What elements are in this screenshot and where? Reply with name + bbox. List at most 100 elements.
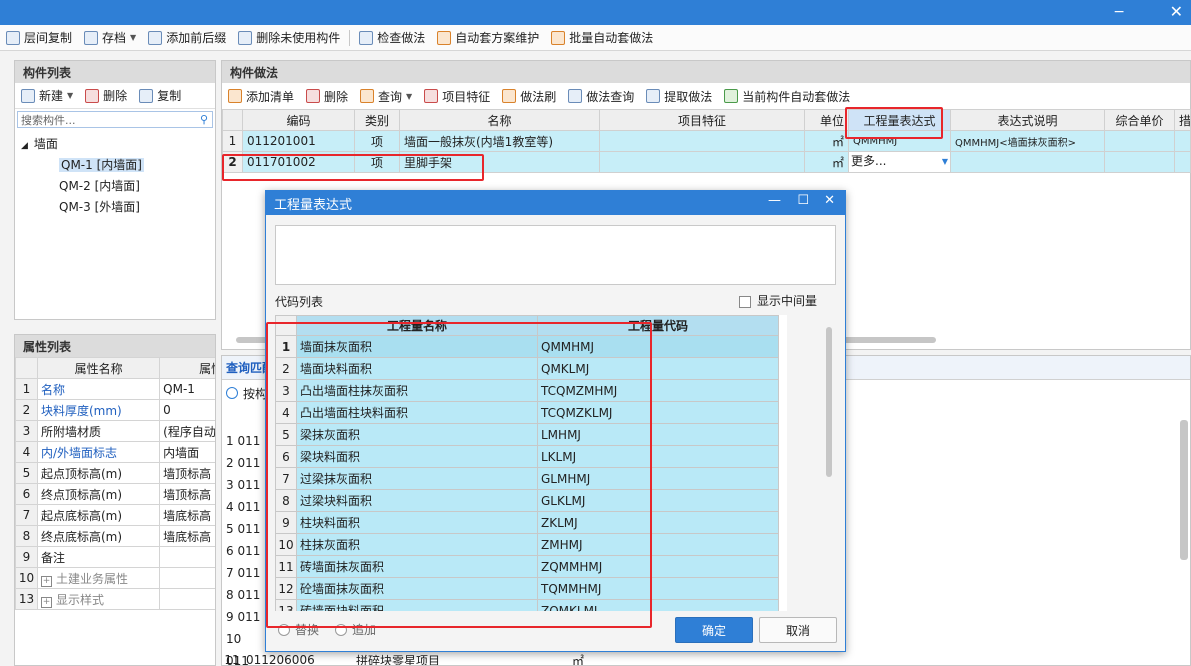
item-feature-button[interactable]: 项目特征	[418, 85, 496, 107]
table-row[interactable]: 2 块料厚度(mm) 0	[15, 399, 215, 421]
toolbar-divider	[349, 29, 351, 46]
auto-apply-button[interactable]: 当前构件自动套做法	[718, 85, 856, 107]
extract-icon	[646, 89, 661, 103]
floor-copy-button[interactable]: 层间复制	[0, 27, 78, 49]
checkbox-icon[interactable]	[739, 295, 751, 308]
column-header: 表达式说明	[950, 109, 1105, 131]
method-toolbar: 添加清单 删除 查询 ▼ 项目特征 做法刷 做法查询 提取做法 当前构件自动套做法	[222, 83, 1190, 109]
radio-icon[interactable]	[226, 387, 238, 399]
expand-plus-icon[interactable]: +	[41, 596, 52, 608]
list-item[interactable]: 5 011	[222, 518, 262, 540]
table-row[interactable]: 5 起点顶标高(m) 墙顶标高	[15, 462, 215, 484]
maximize-icon[interactable]: ☐	[797, 193, 809, 208]
component-list-title: 构件列表	[15, 61, 215, 83]
search-icon[interactable]: ⚲	[200, 113, 212, 126]
list-item[interactable]: 7 011	[222, 562, 262, 584]
query-button[interactable]: 查询 ▼	[354, 85, 418, 107]
expand-icon[interactable]: ◢	[21, 141, 28, 151]
add-affix-button[interactable]: 添加前后缀	[142, 27, 232, 49]
list-item[interactable]: 2 011	[222, 452, 262, 474]
component-method-title: 构件做法	[222, 61, 1190, 83]
list-item[interactable]: 3 011	[222, 474, 262, 496]
tree-node-root[interactable]: ◢ 墙面	[21, 134, 209, 155]
delete-button[interactable]: 删除	[79, 85, 133, 107]
column-header: 措	[1174, 109, 1191, 131]
table-row[interactable]: 1 011201001 项 墙面一般抹灰(内墙1教室等) ㎡ QMMHMJ QM…	[222, 130, 1191, 152]
minimize-icon[interactable]: −	[1113, 2, 1125, 22]
table-row[interactable]: 4 内/外墙面标志 内墙面	[15, 441, 215, 463]
auto-apply-icon	[724, 89, 739, 103]
highlight-code-list	[266, 322, 652, 628]
list-item[interactable]: 1 011	[222, 430, 262, 452]
check-icon	[359, 30, 374, 45]
table-row[interactable]: 13 + 显示样式	[15, 588, 215, 610]
table-row[interactable]: 11 011206006 拼碎块零星项目 ㎡	[222, 650, 622, 665]
delete-button[interactable]: 删除	[300, 85, 354, 107]
brush-icon	[502, 89, 517, 103]
table-row[interactable]: 9 备注	[15, 546, 215, 568]
close-icon[interactable]: ✕	[824, 193, 835, 208]
component-list-toolbar: 新建 ▼ 删除 复制	[15, 83, 215, 109]
search-input[interactable]: 搜索构件... ⚲	[17, 111, 213, 128]
show-intermediate-checkbox[interactable]: 显示中间量	[739, 292, 817, 309]
chevron-down-icon: ▼	[67, 91, 74, 100]
lower-row-list: 1 011 2 011 3 011 4 011 5 011 6 011 7 01…	[222, 430, 262, 665]
list-item[interactable]: 8 011	[222, 584, 262, 606]
chevron-down-icon[interactable]: ▼	[942, 153, 948, 172]
vertical-scrollbar[interactable]	[1180, 420, 1188, 560]
table-row[interactable]: 3所附墙材质(程序自动判断)	[15, 420, 215, 442]
method-brush-button[interactable]: 做法刷	[496, 85, 562, 107]
auto-scheme-button[interactable]: 自动套方案维护	[431, 27, 545, 49]
copy-icon	[139, 88, 154, 103]
tree-item[interactable]: QM-2 [内墙面]	[21, 176, 209, 197]
feature-icon	[424, 89, 439, 103]
column-header: 编码	[242, 109, 355, 131]
ok-button[interactable]: 确定	[675, 617, 753, 643]
table-row[interactable]: 8 终点底标高(m) 墙底标高	[15, 525, 215, 547]
table-row[interactable]: 6 终点顶标高(m) 墙顶标高	[15, 483, 215, 505]
delete-icon	[85, 88, 100, 103]
highlight-expression-header	[845, 107, 943, 139]
archive-button[interactable]: 存档 ▼	[78, 27, 142, 49]
copy-button[interactable]: 复制	[133, 85, 187, 107]
component-list-panel: 构件列表 新建 ▼ 删除 复制 搜索构件... ⚲ ◢ 墙面 QM-1 [内墙面] Q…	[14, 60, 216, 320]
column-header: 属性名称	[36, 357, 161, 379]
table-row[interactable]: 7 起点底标高(m) 墙底标高	[15, 504, 215, 526]
table-row[interactable]: 10 + 土建业务属性	[15, 567, 215, 589]
tree-item[interactable]: QM-1 [内墙面]	[21, 155, 209, 176]
dialog-title: 工程量表达式	[274, 197, 353, 213]
column-header: 综合单价	[1104, 109, 1175, 131]
expand-plus-icon[interactable]: +	[41, 575, 52, 587]
batch-icon	[551, 30, 566, 45]
property-list-title: 属性列表	[15, 335, 215, 357]
query-icon	[360, 89, 375, 103]
list-item[interactable]: 10 011	[222, 628, 262, 665]
batch-auto-button[interactable]: 批量自动套做法	[545, 27, 659, 49]
expression-input[interactable]	[275, 225, 836, 285]
delete-unused-button[interactable]: 删除未使用构件	[232, 27, 346, 49]
scrollbar-thumb[interactable]	[826, 327, 832, 477]
tree-item[interactable]: QM-3 [外墙面]	[21, 197, 209, 218]
method-query-button[interactable]: 做法查询	[562, 85, 640, 107]
cancel-button[interactable]: 取消	[759, 617, 837, 643]
check-method-button[interactable]: 检查做法	[353, 27, 431, 49]
new-icon	[21, 88, 35, 103]
close-icon[interactable]: ✕	[1170, 2, 1183, 22]
code-list-scrollbar[interactable]	[822, 315, 836, 611]
delete-unused-icon	[238, 30, 253, 45]
column-header: 项目特征	[599, 109, 805, 131]
add-list-button[interactable]: 添加清单	[222, 85, 300, 107]
list-item[interactable]: 6 011	[222, 540, 262, 562]
list-item[interactable]: 4 011	[222, 496, 262, 518]
component-tree: ◢ 墙面 QM-1 [内墙面] QM-2 [内墙面] QM-3 [外墙面]	[15, 130, 215, 222]
delete-icon	[306, 89, 321, 103]
new-button[interactable]: 新建 ▼	[15, 85, 79, 107]
chevron-down-icon: ▼	[130, 33, 137, 42]
title-bar: − ✕	[0, 0, 1191, 25]
expression-dropdown[interactable]: 更多... ▼	[848, 151, 951, 173]
minimize-icon[interactable]: —	[768, 193, 781, 208]
extract-method-button[interactable]: 提取做法	[640, 85, 718, 107]
dialog-title-bar: 工程量表达式 — ☐ ✕	[266, 191, 845, 215]
table-row[interactable]: 1 名称 QM-1	[15, 378, 215, 400]
list-item[interactable]: 9 011	[222, 606, 262, 628]
